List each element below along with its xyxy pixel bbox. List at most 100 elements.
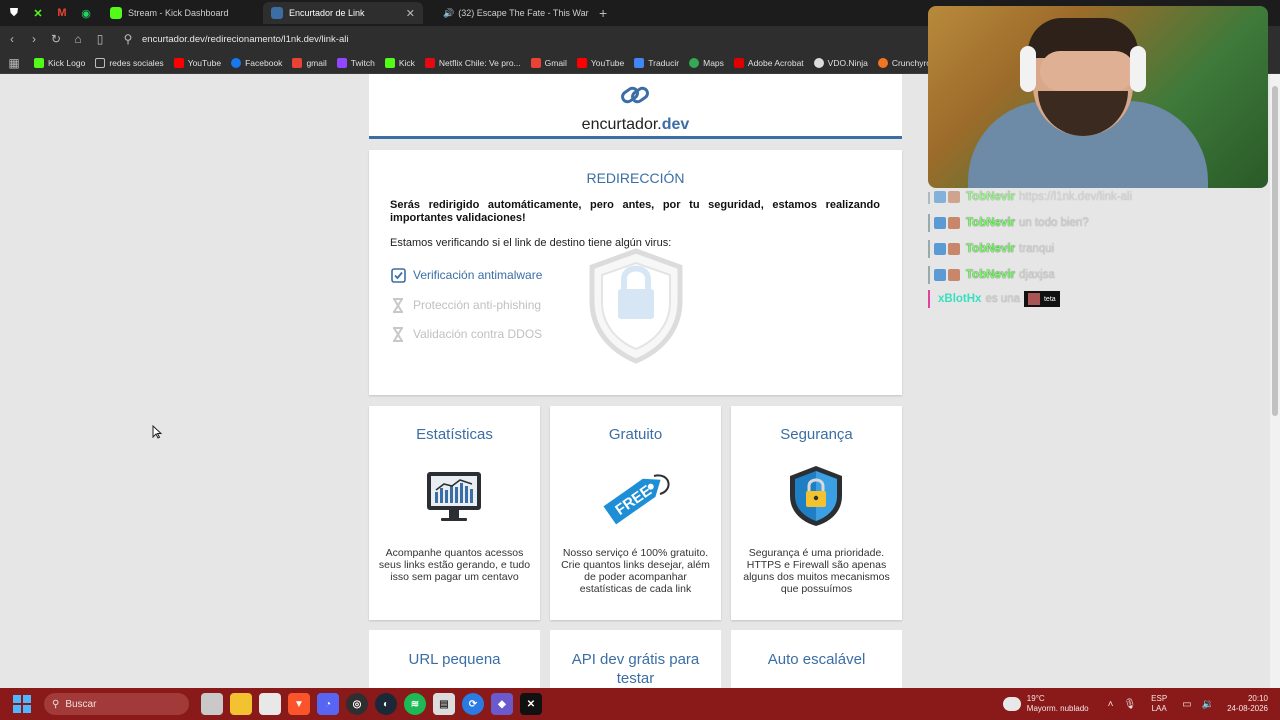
speaker-icon: 🔊 xyxy=(443,7,455,18)
bookmark-favicon-icon xyxy=(34,57,44,68)
bookmark-item[interactable]: YouTube xyxy=(173,57,221,68)
redirect-panel: REDIRECCIÓN Serás redirigido automáticam… xyxy=(369,150,902,395)
store-icon[interactable] xyxy=(259,693,281,715)
shield-lock-icon xyxy=(788,464,844,533)
bookmark-item[interactable]: Kick xyxy=(384,57,415,68)
feature-title: API dev grátis para testar xyxy=(571,651,700,687)
check-label: Validación contra DDOS xyxy=(413,327,543,341)
forward-icon[interactable]: › xyxy=(24,32,44,46)
chat-line-divider xyxy=(928,266,930,284)
volume-icon[interactable]: 🔉 xyxy=(1202,699,1214,710)
stream-deck-icon[interactable]: ⟳ xyxy=(462,693,484,715)
feature-title: Gratuito xyxy=(608,426,663,443)
site-logo-text[interactable]: encurtador.dev xyxy=(369,116,902,134)
chain-link-icon[interactable] xyxy=(620,82,650,113)
bookmark-item[interactable]: YouTube xyxy=(576,57,624,68)
reload-icon[interactable]: ↻ xyxy=(46,32,66,46)
tab-youtube-music[interactable]: 🔊 (32) Escape The Fate - This War Is xyxy=(429,2,589,24)
feature-title: Auto escalável xyxy=(767,651,866,668)
pinned-tab-kick-icon[interactable]: ✕ xyxy=(28,3,48,23)
feature-card-short-url: URL pequena xyxy=(369,630,540,688)
task-view-icon[interactable] xyxy=(201,693,223,715)
scrollbar-thumb[interactable] xyxy=(1272,86,1278,416)
back-icon[interactable]: ‹ xyxy=(2,32,22,46)
editor-app-icon[interactable]: ▤ xyxy=(433,693,455,715)
headset-icon xyxy=(1020,46,1036,92)
checkbox-checked-icon xyxy=(390,267,406,283)
windows-start-icon[interactable] xyxy=(10,692,34,716)
tab-label: (32) Escape The Fate - This War Is xyxy=(458,8,589,18)
clock-date: 24-08-2026 xyxy=(1227,704,1268,713)
streamer-webcam xyxy=(928,6,1268,188)
bookmark-item[interactable]: Twitch xyxy=(336,57,375,68)
tab-label: Stream - Kick Dashboard xyxy=(128,8,229,18)
file-explorer-icon[interactable] xyxy=(230,693,252,715)
home-icon[interactable]: ⌂ xyxy=(68,32,88,46)
weather-description: Mayorm. nublado xyxy=(1026,704,1089,713)
facebook-icon xyxy=(231,57,242,68)
bookmark-item[interactable]: Traducir xyxy=(634,57,679,68)
weather-widget[interactable]: 19°C Mayorm. nublado xyxy=(1002,694,1089,714)
badge-icon xyxy=(934,191,946,203)
badge-icon xyxy=(934,269,946,281)
bookmark-item[interactable]: Adobe Acrobat xyxy=(733,57,804,68)
bookmark-item[interactable]: Netflix Chile: Ve pro... xyxy=(424,57,521,68)
check-label: Verificación antimalware xyxy=(413,268,543,282)
capcut-icon[interactable]: ✕ xyxy=(520,693,542,715)
feature-card-autoscale: Auto escalável xyxy=(731,630,902,688)
bookmark-item[interactable]: VDO.Ninja xyxy=(813,57,868,68)
page-scrollbar[interactable] xyxy=(1270,74,1280,688)
stream-chat-overlay: TobNevir https://l1nk.dev/link-ali TobNe… xyxy=(928,190,1268,310)
feature-card-free: Gratuito FREE Nosso serviço é 100% gratu… xyxy=(550,406,721,620)
chat-username: TobNevir xyxy=(966,243,1015,255)
check-antimalware: Verificación antimalware xyxy=(390,267,542,283)
brave-browser-icon[interactable]: ▼ xyxy=(288,693,310,715)
keyboard-language[interactable]: ESP LAA xyxy=(1151,694,1167,714)
bookmark-item[interactable]: Facebook xyxy=(231,57,282,68)
brave-shield-icon[interactable]: ⛊ xyxy=(4,3,24,23)
chat-line-divider xyxy=(928,192,930,204)
chat-message: TobNevir un todo bien? xyxy=(928,212,1268,234)
feature-description: Nosso serviço é 100% gratuito. Crie quan… xyxy=(561,547,710,595)
site-info-icon[interactable]: ⚲ xyxy=(118,32,138,46)
url-input[interactable]: encurtador.dev/redirecionamento/l1nk.dev… xyxy=(142,34,348,45)
badge-icon xyxy=(948,269,960,281)
chat-line-divider xyxy=(928,214,930,232)
bookmark-item[interactable]: gmail xyxy=(292,57,327,68)
bookmark-folder[interactable]: redes sociales xyxy=(95,57,164,68)
gmail-icon xyxy=(530,57,541,68)
bookmark-item[interactable]: Kick Logo xyxy=(34,57,85,68)
chat-username: TobNevir xyxy=(966,191,1015,203)
emote-image-icon xyxy=(1027,293,1040,305)
bookmark-item[interactable]: Maps xyxy=(689,57,724,68)
spotify-icon[interactable]: ≋ xyxy=(404,693,426,715)
taskbar-search-box[interactable]: ⚲ Buscar xyxy=(44,693,189,715)
bookmark-item[interactable]: Gmail xyxy=(530,57,567,68)
discord-icon[interactable]: ◔ xyxy=(317,693,339,715)
hourglass-icon xyxy=(390,297,406,313)
new-tab-button[interactable]: + xyxy=(599,5,607,21)
badge-icon xyxy=(948,191,960,203)
network-icon[interactable]: ▭ xyxy=(1182,699,1191,710)
site-header: encurtador.dev xyxy=(369,74,902,139)
chat-text: tranqui xyxy=(1019,243,1055,255)
tab-kick-dashboard[interactable]: Stream - Kick Dashboard xyxy=(102,2,257,24)
chevron-up-icon[interactable]: ˄ xyxy=(1108,699,1114,710)
apps-grid-icon[interactable]: ▦ xyxy=(4,56,24,70)
microphone-icon[interactable]: 🎙 xyxy=(1123,699,1136,710)
steam-icon[interactable]: ◐ xyxy=(375,693,397,715)
tab-encurtador[interactable]: Encurtador de Link ✕ xyxy=(263,2,423,24)
bookmark-icon[interactable]: ▯ xyxy=(90,32,110,46)
system-clock[interactable]: 20:10 24-08-2026 xyxy=(1227,694,1268,714)
feature-description: Acompanhe quantos acessos seus links est… xyxy=(378,547,531,583)
youtube-icon xyxy=(576,57,587,68)
close-tab-icon[interactable]: ✕ xyxy=(406,7,415,20)
gem-app-icon[interactable]: ◆ xyxy=(491,693,513,715)
pinned-tab-whatsapp-icon[interactable]: ◉ xyxy=(76,3,96,23)
chat-message: xBlotHx es una teta xyxy=(928,288,1268,310)
bookmark-item[interactable]: Crunchyroll xyxy=(877,57,935,68)
translate-icon xyxy=(634,57,645,68)
chat-username: xBlotHx xyxy=(938,293,982,305)
obs-icon[interactable]: ◎ xyxy=(346,693,368,715)
pinned-tab-gmail-icon[interactable]: M xyxy=(52,3,72,23)
